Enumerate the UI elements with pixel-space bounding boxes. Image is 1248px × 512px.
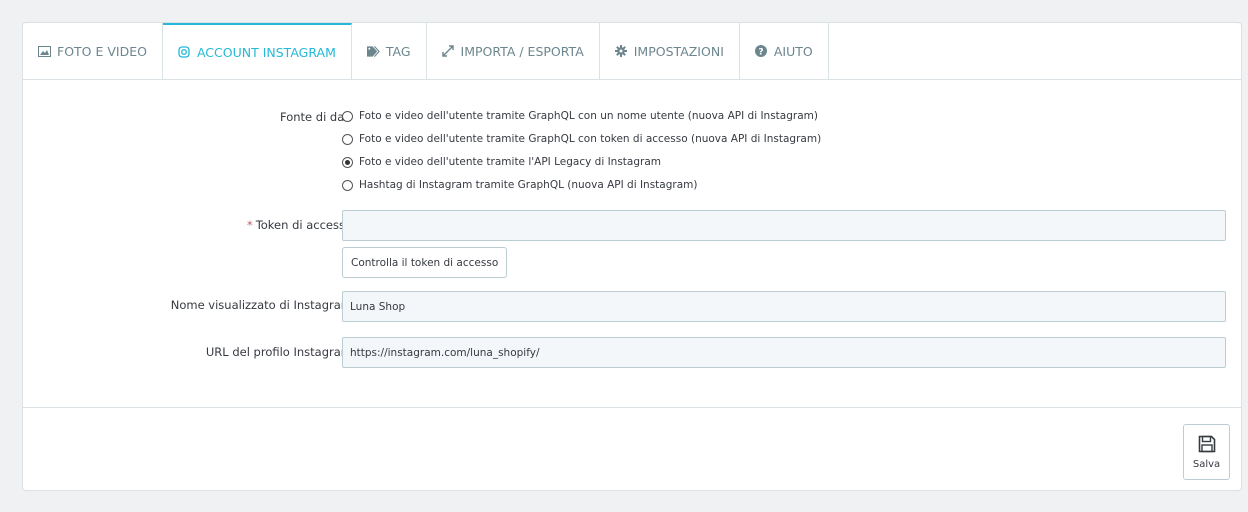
radio-legacy-api[interactable]: Foto e video dell'utente tramite l'API L… [342,156,661,168]
tab-label: TAG [385,43,411,59]
radio-label: Foto e video dell'utente tramite GraphQL… [359,133,822,145]
display-name-label: Nome visualizzato di Instagram [170,298,352,312]
tab-impostazioni[interactable]: IMPOSTAZIONI [600,23,740,79]
tab-account-instagram[interactable]: ACCOUNT INSTAGRAM [162,23,352,79]
tab-importa-esporta[interactable]: IMPORTA / ESPORTA [427,23,600,79]
radio-label: Hashtag di Instagram tramite GraphQL (nu… [359,179,698,191]
radio-hashtag[interactable]: Hashtag di Instagram tramite GraphQL (nu… [342,179,697,191]
floppy-icon [1198,435,1216,456]
svg-text:?: ? [759,48,764,58]
radio-label: Foto e video dell'utente tramite l'API L… [359,156,661,168]
image-icon [38,45,51,58]
tab-label: IMPORTA / ESPORTA [460,43,584,59]
gear-icon [615,45,628,58]
tab-bar: FOTO E VIDEO ACCOUNT INSTAGRAM TAG IMPOR… [23,23,1241,80]
token-label: * Token di accesso [246,218,352,232]
arrows-icon [442,45,455,58]
token-input[interactable] [342,210,1226,241]
tab-label: FOTO E VIDEO [57,43,147,59]
save-label: Salva [1192,458,1221,470]
save-button[interactable]: Salva [1183,424,1230,480]
radio-button[interactable] [342,133,353,145]
panel-footer: Salva [23,407,1241,480]
check-token-button[interactable]: Controlla il token di accesso [342,247,508,278]
tags-icon [366,45,380,58]
radio-graphql-username[interactable]: Foto e video dell'utente tramite GraphQL… [342,110,818,122]
radio-graphql-token[interactable]: Foto e video dell'utente tramite GraphQL… [342,133,821,145]
tab-label: AIUTO [773,43,813,59]
tab-foto-video[interactable]: FOTO E VIDEO [23,23,163,79]
tab-tag[interactable]: TAG [352,23,427,79]
help-icon: ? [755,45,768,58]
radio-label: Foto e video dell'utente tramite GraphQL… [359,110,818,122]
display-name-input[interactable]: Luna Shop [342,291,1226,322]
radio-button[interactable] [342,179,353,191]
radio-button-selected[interactable] [342,156,353,168]
settings-panel: FOTO E VIDEO ACCOUNT INSTAGRAM TAG IMPOR… [22,22,1242,491]
tab-label: ACCOUNT INSTAGRAM [196,44,336,60]
profile-url-input[interactable]: https://instagram.com/luna_shopify/ [342,337,1226,368]
instagram-icon [178,46,191,59]
tab-aiuto[interactable]: ? AIUTO [740,23,829,79]
radio-button[interactable] [342,110,353,122]
tab-label: IMPOSTAZIONI [633,43,724,59]
required-marker: * [246,218,253,232]
profile-url-label: URL del profilo Instagram [205,345,352,359]
